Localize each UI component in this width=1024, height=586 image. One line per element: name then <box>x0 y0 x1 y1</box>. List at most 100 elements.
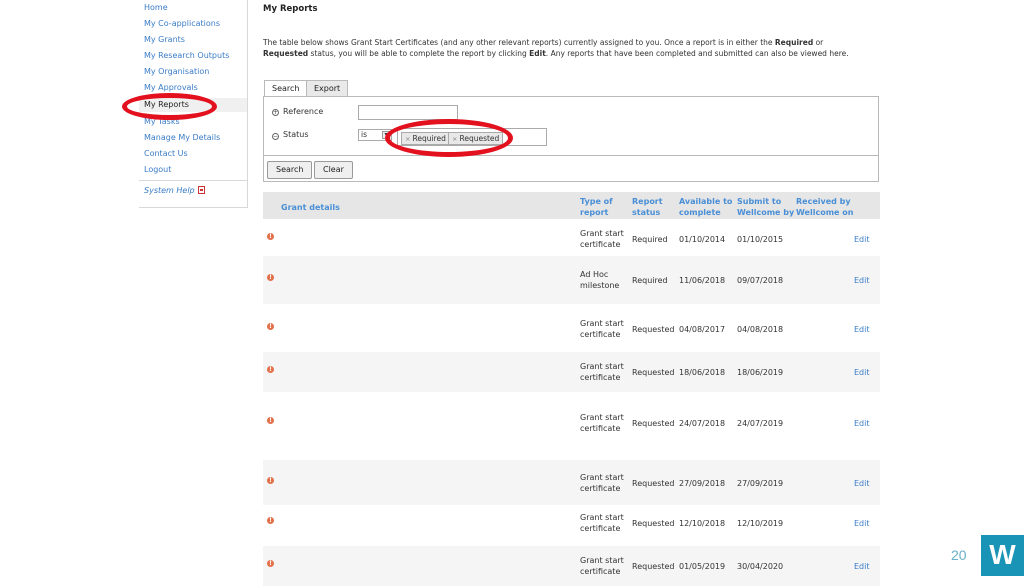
pdf-icon <box>197 186 205 194</box>
header-submit[interactable]: Submit to Wellcome by <box>737 196 794 218</box>
edit-link[interactable]: Edit <box>854 479 870 488</box>
table-row: ! Ad Hoc milestone Required 11/06/2018 09/07/… <box>263 256 880 304</box>
status-label: Status <box>283 130 309 139</box>
collapse-minus-icon[interactable]: − <box>272 133 279 140</box>
edit-link[interactable]: Edit <box>854 235 870 244</box>
clear-button[interactable]: Clear <box>314 161 353 179</box>
warning-icon: ! <box>267 323 274 330</box>
edit-link[interactable]: Edit <box>854 276 870 285</box>
header-line: Available to <box>679 197 733 206</box>
sidebar-item-home[interactable]: Home <box>144 1 168 15</box>
cell-submit: 24/07/2019 <box>737 419 784 428</box>
sidebar-item-manage-details[interactable]: Manage My Details <box>144 131 220 145</box>
cell-available: 24/07/2018 <box>679 419 726 428</box>
sidebar-divider <box>139 180 247 181</box>
cell-line: certificate <box>580 240 621 249</box>
cell-line: Grant start <box>580 362 624 371</box>
cell-line: certificate <box>580 330 621 339</box>
cell-available: 01/10/2014 <box>679 235 726 244</box>
edit-link[interactable]: Edit <box>854 368 870 377</box>
sidebar-item-grants[interactable]: My Grants <box>144 33 185 47</box>
header-line: Report <box>632 197 663 206</box>
cell-available: 12/10/2018 <box>679 519 726 528</box>
cell-type: Grant start certificate <box>580 472 624 494</box>
cell-submit: 04/08/2018 <box>737 325 784 334</box>
cell-line: certificate <box>580 484 621 493</box>
cell-type: Grant start certificate <box>580 361 624 383</box>
cell-available: 01/05/2019 <box>679 562 726 571</box>
button-divider <box>264 155 878 156</box>
warning-icon: ! <box>267 477 274 484</box>
sidebar-item-contact-us[interactable]: Contact Us <box>144 147 188 161</box>
table-row: ! Grant start certificate Requested 27/09/20… <box>263 460 880 505</box>
highlight-circle-status-tags <box>385 119 513 157</box>
system-help-link[interactable]: System Help <box>144 186 205 195</box>
cell-status: Requested <box>632 368 675 377</box>
cell-submit: 09/07/2018 <box>737 276 784 285</box>
cell-status: Requested <box>632 562 675 571</box>
search-button[interactable]: Search <box>267 161 313 179</box>
header-available[interactable]: Available to complete <box>679 196 732 218</box>
intro-requested: Requested <box>263 49 309 58</box>
header-received[interactable]: Received by Wellcome on <box>796 196 853 218</box>
cell-type: Grant start certificate <box>580 318 624 340</box>
cell-line: certificate <box>580 524 621 533</box>
cell-status: Required <box>632 235 668 244</box>
header-grant-details[interactable]: Grant details <box>281 202 340 213</box>
intro-part: status, you will be able to complete the… <box>308 49 530 58</box>
edit-link[interactable]: Edit <box>854 419 870 428</box>
tab-export[interactable]: Export <box>306 80 349 96</box>
table-row: ! Grant start certificate Requested 18/06/20… <box>263 352 880 392</box>
wellcome-logo: W <box>981 535 1024 576</box>
cell-line: Ad Hoc <box>580 270 609 279</box>
cell-type: Grant start certificate <box>580 412 624 434</box>
cell-line: Grant start <box>580 229 624 238</box>
header-line: Wellcome by <box>737 208 795 217</box>
cell-line: certificate <box>580 424 621 433</box>
header-type[interactable]: Type of report <box>580 196 613 218</box>
cell-type: Ad Hoc milestone <box>580 269 619 291</box>
intro-edit: Edit <box>529 49 546 58</box>
search-panel: + Reference − Status is ▾ × Required × Requ… <box>263 96 879 182</box>
table-row: ! Grant start certificate Requested 24/07/20… <box>263 395 880 451</box>
warning-icon: ! <box>267 560 274 567</box>
header-line: Submit to <box>737 197 782 206</box>
header-line: status <box>632 208 661 217</box>
sidebar-item-organisation[interactable]: My Organisation <box>144 65 209 79</box>
cell-type: Grant start certificate <box>580 555 624 577</box>
cell-line: Grant start <box>580 556 624 565</box>
edit-link[interactable]: Edit <box>854 519 870 528</box>
cell-status: Requested <box>632 419 675 428</box>
sidebar-item-logout[interactable]: Logout <box>144 163 171 177</box>
warning-icon: ! <box>267 274 274 281</box>
intro-part: . Any reports that have been completed a… <box>545 49 849 58</box>
system-help-label: System Help <box>144 186 195 195</box>
cell-type: Grant start certificate <box>580 228 624 250</box>
expand-plus-icon[interactable]: + <box>272 109 279 116</box>
cell-available: 04/08/2017 <box>679 325 726 334</box>
header-line: complete <box>679 208 721 217</box>
cell-line: Grant start <box>580 473 624 482</box>
header-status[interactable]: Report status <box>632 196 663 218</box>
cell-line: certificate <box>580 567 621 576</box>
cell-available: 18/06/2018 <box>679 368 726 377</box>
tab-search[interactable]: Search <box>264 80 308 97</box>
sidebar-item-co-applications[interactable]: My Co-applications <box>144 17 220 31</box>
cell-status: Required <box>632 276 668 285</box>
table-row: ! Grant start certificate Requested 01/05/20… <box>263 546 880 586</box>
cell-status: Requested <box>632 479 675 488</box>
cell-submit: 12/10/2019 <box>737 519 784 528</box>
edit-link[interactable]: Edit <box>854 325 870 334</box>
warning-icon: ! <box>267 366 274 373</box>
cell-line: Grant start <box>580 513 624 522</box>
sidebar-item-research-outputs[interactable]: My Research Outputs <box>144 49 229 63</box>
table-row: ! Grant start certificate Requested 04/08/20… <box>263 309 880 349</box>
reference-input[interactable] <box>358 105 458 120</box>
edit-link[interactable]: Edit <box>854 562 870 571</box>
cell-line: Grant start <box>580 413 624 422</box>
logo-letter: W <box>989 539 1016 570</box>
warning-icon: ! <box>267 233 274 240</box>
page-title: My Reports <box>263 4 318 14</box>
cell-available: 11/06/2018 <box>679 276 726 285</box>
cell-line: certificate <box>580 373 621 382</box>
